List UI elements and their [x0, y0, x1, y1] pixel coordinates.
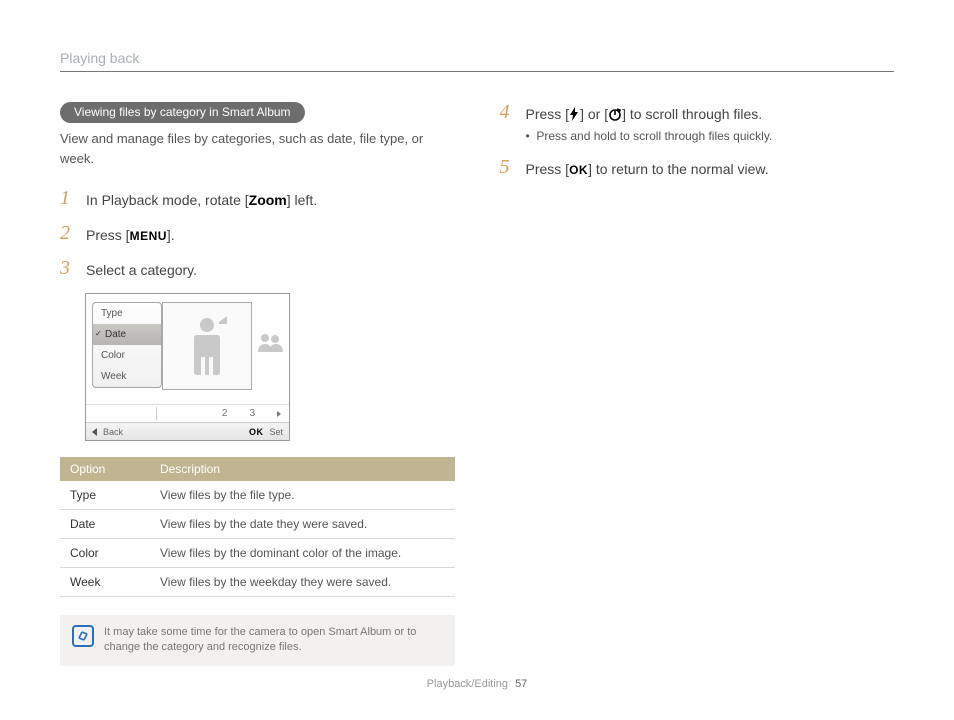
th-description: Description: [150, 457, 455, 481]
opt-name: Type: [60, 481, 150, 510]
step-4-p1: ] or [: [580, 106, 608, 122]
opt-desc: View files by the dominant color of the …: [150, 539, 455, 568]
options-table: Option Description Type View files by th…: [60, 457, 455, 597]
step-4-p2: ] to scroll through files.: [622, 106, 762, 122]
step-number: 2: [60, 223, 76, 243]
menu-item-type: Type: [93, 303, 161, 324]
opt-desc: View files by the date they were saved.: [150, 510, 455, 539]
camera-ui-mock: Type Date Color Week: [85, 293, 290, 441]
step-2-pre: Press [: [86, 227, 130, 243]
page-header: Playing back: [60, 50, 894, 72]
step-text: Press [] or [] to scroll through files. …: [526, 102, 773, 145]
photo-frame: [162, 302, 252, 390]
flash-icon: [569, 107, 580, 121]
step-2: 2 Press [MENU].: [60, 223, 455, 246]
step-number: 1: [60, 188, 76, 208]
step-4-p0: Press [: [526, 106, 570, 122]
opt-name: Week: [60, 568, 150, 597]
person-silhouette-icon: [177, 310, 237, 382]
step-number: 3: [60, 258, 76, 278]
people-icon: [257, 332, 283, 352]
ok-icon: OK: [249, 427, 264, 437]
step-number: 5: [500, 157, 516, 177]
right-column: 4 Press [ ] or [ ] to scroll through files…: [500, 102, 895, 666]
footer-section: Playback/Editing: [427, 678, 508, 690]
step-5-post: ] to return to the normal view.: [588, 161, 769, 177]
step-text: Press [MENU].: [86, 223, 175, 246]
timer-icon: [608, 107, 622, 121]
opt-name: Date: [60, 510, 150, 539]
table-row: Date View files by the date they were sa…: [60, 510, 455, 539]
table-row: Week View files by the weekday they were…: [60, 568, 455, 597]
section-intro: View and manage files by categories, suc…: [60, 129, 455, 168]
camera-bottom-bar: Back OK Set: [86, 422, 289, 440]
step-3: 3 Select a category.: [60, 258, 455, 281]
zoom-token: Zoom: [249, 192, 287, 208]
menu-item-color: Color: [93, 345, 161, 366]
step-2-post: ].: [167, 227, 175, 243]
step-1-pre: In Playback mode, rotate [: [86, 192, 249, 208]
chevron-right-icon: [277, 411, 281, 417]
set-label: Set: [269, 427, 283, 437]
step-text: Press [OK] to return to the normal view.: [526, 157, 769, 180]
note-icon: [72, 625, 94, 647]
back-label: Back: [103, 427, 123, 437]
step-text: In Playback mode, rotate [Zoom] left.: [86, 188, 317, 211]
step-text: Select a category.: [86, 258, 197, 281]
pager-2: 2: [222, 408, 228, 419]
step-1: 1 In Playback mode, rotate [Zoom] left.: [60, 188, 455, 211]
pager-3: 3: [249, 408, 255, 419]
footer-page-number: 57: [515, 678, 527, 690]
page-footer: Playback/Editing 57: [0, 678, 954, 690]
step-4-sub-text: Press and hold to scroll through files q…: [536, 129, 772, 143]
step-5: 5 Press [OK] to return to the normal vie…: [500, 157, 895, 180]
category-menu: Type Date Color Week: [92, 302, 162, 388]
left-column: Viewing files by category in Smart Album…: [60, 102, 455, 666]
table-row: Color View files by the dominant color o…: [60, 539, 455, 568]
step-number: 4: [500, 102, 516, 122]
note-box: It may take some time for the camera to …: [60, 615, 455, 666]
step-4-sub: • Press and hold to scroll through files…: [526, 127, 773, 145]
th-option: Option: [60, 457, 150, 481]
note-text: It may take some time for the camera to …: [104, 625, 443, 656]
opt-desc: View files by the weekday they were save…: [150, 568, 455, 597]
opt-desc: View files by the file type.: [150, 481, 455, 510]
ok-token: OK: [569, 163, 588, 177]
opt-name: Color: [60, 539, 150, 568]
section-pill: Viewing files by category in Smart Album: [60, 102, 305, 123]
menu-item-date: Date: [93, 324, 161, 345]
step-4: 4 Press [ ] or [ ] to scroll through files…: [500, 102, 895, 145]
camera-pager: 2 3: [86, 404, 289, 422]
table-row: Type View files by the file type.: [60, 481, 455, 510]
step-5-pre: Press [: [526, 161, 570, 177]
step-1-post: ] left.: [287, 192, 317, 208]
chevron-left-icon: [92, 428, 97, 436]
menu-token: MENU: [130, 229, 167, 243]
menu-item-week: Week: [93, 366, 161, 387]
